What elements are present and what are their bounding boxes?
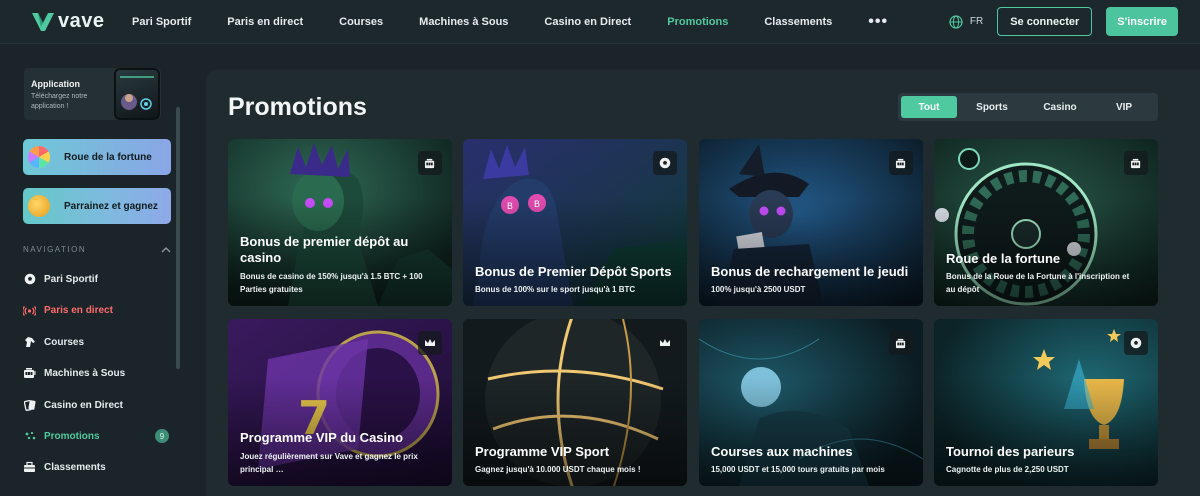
promo-card-sports-first-deposit[interactable]: B B Bonus de Premier Dépôt Sports Bonus …: [463, 139, 687, 306]
wheel-button-label: Roue de la fortune: [64, 151, 152, 163]
promo-card-bettors-tournament[interactable]: Tournoi des parieurs Cagnotte de plus de…: [934, 319, 1158, 486]
navigation-header-label: NAVIGATION: [23, 245, 87, 254]
account-actions: FR Se connecter S'inscrire: [949, 7, 1178, 36]
slot-machine-icon: [1124, 151, 1148, 175]
sidebar-item-label: Courses: [44, 336, 85, 348]
card-title: Programme VIP Sport: [475, 444, 610, 459]
card-description: Cagnotte de plus de 2,250 USDT: [946, 465, 1069, 474]
app-download-card[interactable]: Application Téléchargez notre applicatio…: [24, 68, 161, 120]
wheel-of-fortune-button[interactable]: Roue de la fortune: [23, 139, 171, 175]
signup-button[interactable]: S'inscrire: [1106, 7, 1178, 36]
chevron-up-icon: [161, 246, 171, 252]
card-title: Tournoi des parieurs: [946, 444, 1075, 459]
sidebar: Application Téléchargez notre applicatio…: [0, 45, 190, 496]
promotion-filter-tabs: Tout Sports Casino VIP: [898, 93, 1158, 121]
sidebar-item-label: Machines à Sous: [44, 367, 126, 379]
page-title: Promotions: [228, 93, 367, 121]
referral-button[interactable]: Parrainez et gagnez: [23, 188, 171, 224]
app-card-title: Application: [31, 79, 80, 89]
main-nav: Pari Sportif Paris en direct Courses Mac…: [132, 13, 888, 31]
card-title: Courses aux machines: [711, 444, 853, 459]
gift-icon: [23, 430, 36, 443]
nav-link-classements[interactable]: Classements: [764, 16, 832, 28]
slot-machine-icon: [418, 151, 442, 175]
sidebar-item-promotions[interactable]: Promotions 9: [23, 426, 171, 446]
slot-machine-icon: [889, 151, 913, 175]
slot-machine-icon: [23, 367, 36, 380]
promo-card-sport-vip[interactable]: Programme VIP Sport Gagnez jusqu'à 10.00…: [463, 319, 687, 486]
promo-card-casino-vip[interactable]: 7 Programme VIP du Casino Jouez régulièr…: [228, 319, 452, 486]
promotions-count-badge: 9: [155, 429, 169, 443]
tab-tout[interactable]: Tout: [901, 96, 957, 118]
main-content: Promotions Tout Sports Casino VIP Bonus …: [206, 70, 1200, 496]
crown-icon: [418, 331, 442, 355]
promo-card-thursday-reload[interactable]: Bonus de rechargement le jeudi 100% jusq…: [699, 139, 923, 306]
navigation-section-header[interactable]: NAVIGATION: [23, 245, 171, 254]
card-description: Bonus de casino de 150% jusqu'à 1.5 BTC …: [240, 272, 423, 294]
sidebar-item-label: Casino en Direct: [44, 399, 123, 411]
trophy-icon: [23, 461, 36, 474]
card-description: Bonus de 100% sur le sport jusqu'à 1 BTC: [475, 285, 636, 294]
card-description: Jouez régulièrement sur Vave et gagnez l…: [240, 452, 418, 474]
sidebar-item-machines-a-sous[interactable]: Machines à Sous: [23, 363, 171, 383]
language-selector[interactable]: FR: [949, 14, 984, 29]
phone-image: [114, 68, 160, 120]
card-title: Bonus de premier dépôt au casino: [240, 234, 409, 265]
card-title: Bonus de rechargement le jeudi: [711, 264, 909, 279]
nav-link-machines-a-sous[interactable]: Machines à Sous: [419, 16, 508, 28]
card-description: 15,000 USDT et 15,000 tours gratuits par…: [711, 465, 885, 474]
nav-link-casino-en-direct[interactable]: Casino en Direct: [544, 16, 631, 28]
app-card-subtitle: Téléchargez notre application !: [31, 93, 88, 110]
soccer-ball-icon: [653, 151, 677, 175]
tab-sports[interactable]: Sports: [957, 96, 1027, 118]
promo-card-machine-races[interactable]: Courses aux machines 15,000 USDT et 15,0…: [699, 319, 923, 486]
nav-link-courses[interactable]: Courses: [339, 16, 383, 28]
tab-vip[interactable]: VIP: [1093, 96, 1155, 118]
logo-icon: [32, 12, 54, 31]
brand-logo[interactable]: vave: [32, 10, 132, 33]
crown-icon: [653, 331, 677, 355]
sidebar-item-courses[interactable]: Courses: [23, 332, 171, 352]
top-navigation-bar: vave Pari Sportif Paris en direct Course…: [0, 0, 1200, 44]
nav-link-pari-sportif[interactable]: Pari Sportif: [132, 16, 191, 28]
nav-link-paris-en-direct[interactable]: Paris en direct: [227, 16, 303, 28]
promo-card-casino-first-deposit[interactable]: Bonus de premier dépôt au casino Bonus de…: [228, 139, 452, 306]
sidebar-item-pari-sportif[interactable]: Pari Sportif: [23, 269, 171, 289]
bitcoin-coin-icon: [28, 195, 50, 217]
sidebar-item-label: Pari Sportif: [44, 273, 98, 285]
wheel-icon: [28, 146, 50, 168]
brand-name: vave: [58, 10, 105, 32]
sidebar-item-paris-en-direct[interactable]: Paris en direct: [23, 300, 171, 320]
sidebar-item-label: Classements: [44, 461, 106, 473]
soccer-ball-icon: [1124, 331, 1148, 355]
ellipsis-icon[interactable]: •••: [868, 13, 888, 31]
globe-icon: [949, 14, 963, 29]
tab-casino[interactable]: Casino: [1027, 96, 1093, 118]
card-title: Programme VIP du Casino: [240, 430, 404, 445]
nav-link-promotions[interactable]: Promotions: [667, 16, 728, 28]
login-button[interactable]: Se connecter: [997, 7, 1093, 36]
cards-icon: [23, 399, 36, 412]
sidebar-item-label: Paris en direct: [44, 304, 113, 316]
card-description: Bonus de la Roue de la Fortune à l'inscr…: [946, 272, 1130, 294]
slot-machine-icon: [889, 331, 913, 355]
horse-icon: [23, 336, 36, 349]
sidebar-item-casino-en-direct[interactable]: Casino en Direct: [23, 395, 171, 415]
referral-button-label: Parrainez et gagnez: [64, 200, 158, 212]
sidebar-item-classements[interactable]: Classements: [23, 457, 171, 477]
sidebar-scrollbar[interactable]: [176, 107, 180, 369]
card-title: Roue de la fortune: [946, 251, 1061, 266]
live-signal-icon: [23, 304, 36, 317]
soccer-ball-icon: [23, 273, 36, 286]
sidebar-item-label: Promotions: [44, 430, 100, 442]
card-title: Bonus de Premier Dépôt Sports: [475, 264, 672, 279]
language-code: FR: [969, 16, 984, 27]
card-description: 100% jusqu'à 2500 USDT: [711, 285, 806, 294]
promo-card-wheel-of-fortune[interactable]: Roue de la fortune Bonus de la Roue de l…: [934, 139, 1158, 306]
card-description: Gagnez jusqu'à 10.000 USDT chaque mois !: [475, 465, 641, 474]
